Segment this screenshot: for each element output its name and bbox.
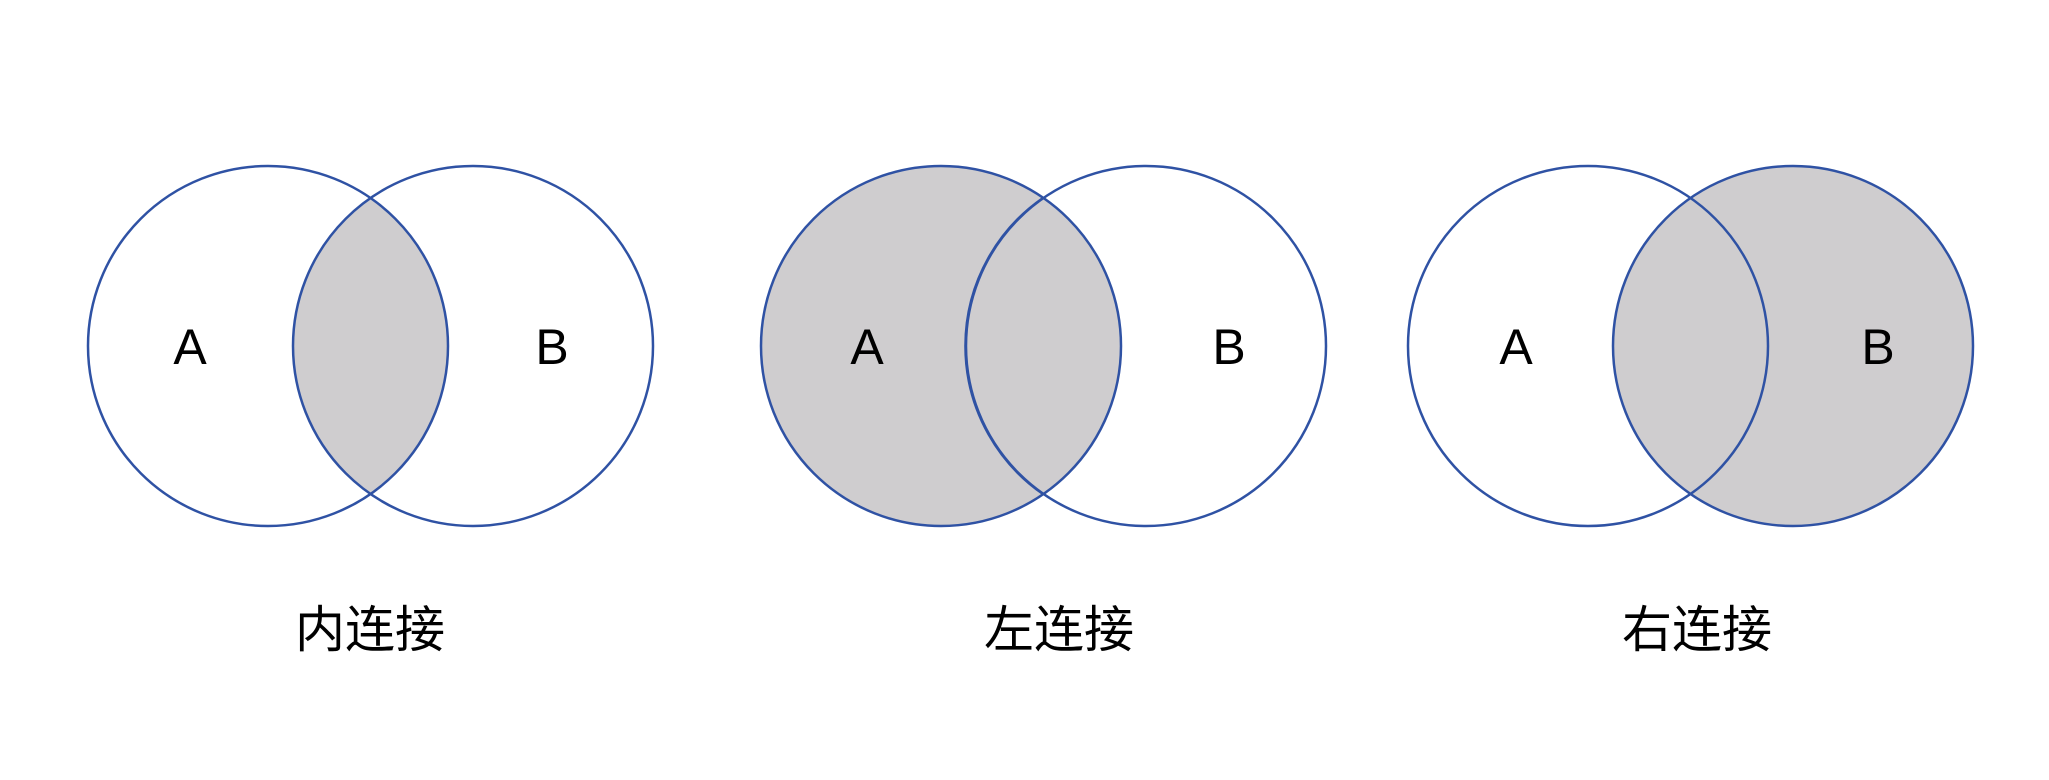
caption-inner-join: 内连接 [295,602,445,658]
set-a-label: A [850,319,884,375]
caption-right-join: 右连接 [1622,602,1772,658]
set-b-label: B [535,319,568,375]
venn-right-join: A B 右连接 [1406,164,1975,658]
venn-inner-join: A B 内连接 [86,164,655,658]
set-a-label: A [1499,319,1533,375]
join-venn-diagrams: A B 内连接 A B 左连接 A B 右连接 [86,164,1975,658]
intersection-shade [293,166,448,526]
caption-left-join: 左连接 [984,602,1134,658]
set-b-label: B [1212,319,1245,375]
set-b-label: B [1861,319,1894,375]
venn-left-join: A B 左连接 [759,164,1328,658]
left-shade [761,166,1121,526]
set-a-label: A [173,319,207,375]
right-shade [1613,166,1973,526]
